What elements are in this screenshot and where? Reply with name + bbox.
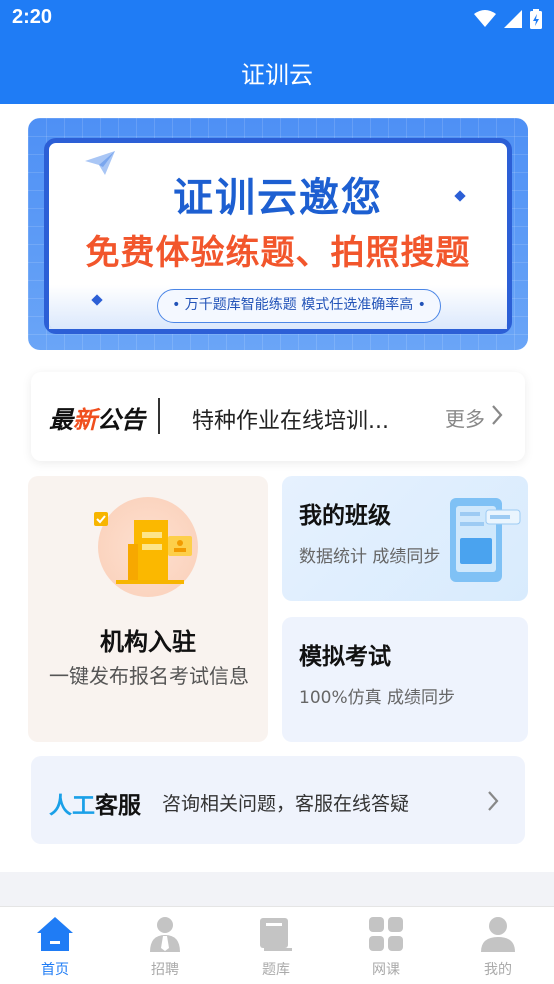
grid-icon [369,917,403,951]
tab-recruit[interactable]: 招聘 [110,907,220,984]
customer-service-text: 咨询相关问题，客服在线答疑 [162,793,410,815]
user-icon [481,917,515,952]
notice-label-highlight: 新 [73,406,97,434]
service-label-rest: 客服 [95,793,141,819]
class-phone-icon [450,498,521,582]
notice-label-suffix: 公告 [97,406,145,434]
notice-text[interactable]: 特种作业在线培训... [192,403,389,435]
my-class-title: 我的班级 [299,503,391,529]
signal-icon [504,10,522,28]
page-title: 证训云 [241,61,313,89]
banner-subtitle: 免费体验练题、拍照搜题 [85,233,471,273]
mock-exam-title: 模拟考试 [299,644,391,670]
banner-card: 证训云邀您 免费体验练题、拍照搜题 • 万千题库智能练题 模式任选准确率高 • [44,138,512,334]
mock-exam-desc: 100%仿真 成绩同步 [299,688,456,708]
mock-exam-card[interactable]: 模拟考试 100%仿真 成绩同步 [282,617,528,742]
tab-home-label: 首页 [41,962,69,978]
customer-service-label: 人工客服 [49,786,141,820]
customer-service-card[interactable]: 人工客服 咨询相关问题，客服在线答疑 [31,756,525,844]
chevron-right-icon[interactable] [491,404,503,426]
promo-banner[interactable]: 证训云邀您 免费体验练题、拍照搜题 • 万千题库智能练题 模式任选准确率高 • [28,118,528,350]
wifi-icon [474,10,496,27]
book-icon [260,918,292,951]
notice-label: 最新公告 [49,400,145,435]
tab-online-course-label: 网课 [372,962,400,978]
battery-icon [530,9,542,29]
tab-online-course[interactable]: 网课 [331,907,441,984]
status-bar: 2:20 [0,0,554,38]
home-content: 证训云邀您 免费体验练题、拍照搜题 • 万千题库智能练题 模式任选准确率高 • … [0,104,554,872]
building-icon [94,512,192,584]
my-class-card[interactable]: 我的班级 数据统计 成绩同步 [282,476,528,601]
my-class-desc: 数据统计 成绩同步 [299,547,441,567]
status-time: 2:20 [12,6,53,28]
home-icon [37,917,73,951]
bottom-tab-bar: 首页 招聘 题库 网课 我的 [0,906,554,984]
org-join-card[interactable]: 机构入驻 一键发布报名考试信息 [28,476,268,742]
banner-title: 证训云邀您 [173,175,383,221]
tab-profile-label: 我的 [484,962,512,978]
notice-more-link[interactable]: 更多 [445,403,485,432]
tab-question-bank[interactable]: 题库 [221,907,331,984]
org-join-title: 机构入驻 [100,628,196,656]
notice-card[interactable]: 最新公告 特种作业在线培训... 更多 [31,372,525,461]
chevron-right-icon[interactable] [487,790,499,812]
notice-divider [158,398,160,434]
service-label-highlight: 人工 [49,793,95,819]
tab-home[interactable]: 首页 [0,907,110,984]
tab-recruit-label: 招聘 [151,962,179,978]
tab-profile[interactable]: 我的 [443,907,553,984]
notice-label-prefix: 最 [49,406,73,434]
tab-question-bank-label: 题库 [262,962,290,978]
org-join-desc: 一键发布报名考试信息 [49,664,249,688]
banner-tagline: • 万千题库智能练题 模式任选准确率高 • [157,289,441,323]
status-icons [474,9,542,29]
app-header: 证训云 [0,38,554,104]
recruit-icon [150,917,180,952]
